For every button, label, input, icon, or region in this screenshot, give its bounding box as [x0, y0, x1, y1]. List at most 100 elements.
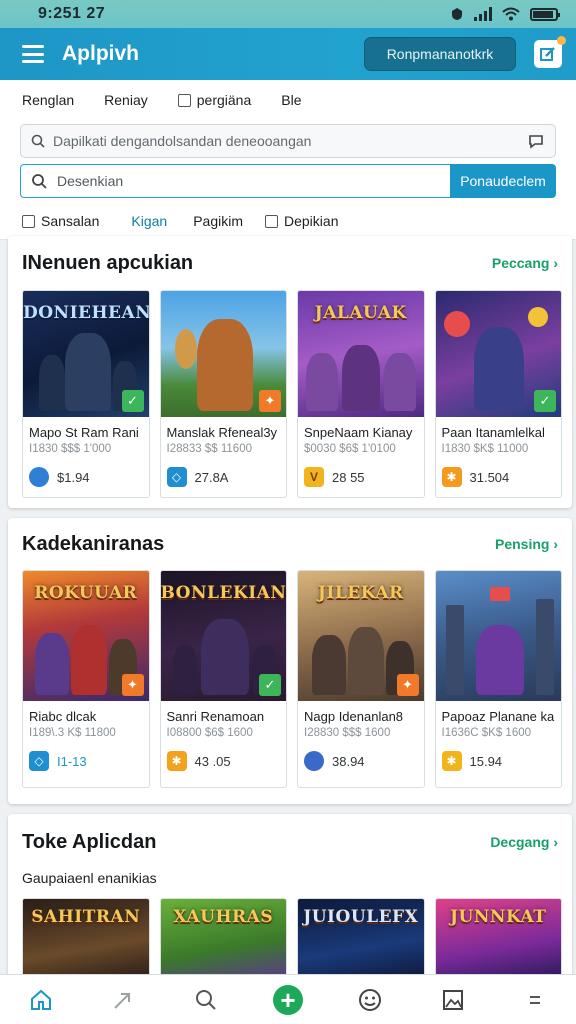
- app-card[interactable]: JALAUAK SnpeNaam Kianay $0030 $6$ 1'0100…: [297, 290, 425, 498]
- app-card[interactable]: ROKUUAR ✦ Riabc dlcak I189\.3 K$ 11800 ◇…: [22, 570, 150, 788]
- search-icon: [31, 134, 45, 148]
- chat-icon[interactable]: [527, 133, 545, 149]
- app-card[interactable]: JUIOULEFX: [297, 898, 425, 978]
- app-card[interactable]: BONLEKIAN ✓ Sanri Renamoan I08800 $6$ 16…: [159, 570, 287, 788]
- app-price: 43 .05: [194, 753, 231, 769]
- filter-item[interactable]: Renglan: [22, 92, 74, 108]
- app-thumbnail: SAHITRAN: [23, 899, 149, 977]
- thumbnail-art-text: JILEKAR: [317, 583, 404, 603]
- status-bar: 9:251 27: [0, 0, 576, 28]
- app-thumbnail: ROKUUAR ✦: [23, 571, 149, 701]
- menu-icon[interactable]: [22, 45, 44, 63]
- thumbnail-art-text: JALAUAK: [314, 303, 407, 323]
- nav-gallery[interactable]: [433, 980, 473, 1020]
- main-search-input[interactable]: Desenkian: [20, 164, 450, 198]
- filter-row: Renglan Reniay pergiäna Ble: [0, 80, 576, 120]
- app-price: 15.94: [469, 753, 503, 769]
- status-time: 9:251 27: [38, 5, 106, 22]
- top-search-placeholder: Dapilkati dengandolsandan deneooangan: [53, 133, 312, 149]
- nav-more[interactable]: [515, 980, 555, 1020]
- app-thumbnail: ✓: [435, 291, 561, 417]
- thumbnail-art-text: JUNNKAT: [450, 907, 547, 927]
- checkbox[interactable]: [265, 215, 278, 228]
- app-meta: I189\.3 K$ 11800: [29, 727, 116, 739]
- app-thumbnail: DONIEHEAN ✓: [23, 291, 149, 417]
- app-thumbnail: JUNNKAT: [435, 899, 561, 977]
- app-thumbnail: XAUHRAS: [160, 899, 286, 977]
- signal-icon: [474, 7, 492, 21]
- tab-label: Sansalan: [41, 213, 100, 229]
- app-card[interactable]: XAUHRAS: [159, 898, 287, 978]
- app-name: Nagp Idenanlan8: [304, 709, 404, 724]
- app-name: Riabc dlcak: [29, 709, 97, 724]
- image-icon: [442, 989, 463, 1010]
- header-action-button[interactable]: Ronpmananotkrk: [364, 37, 516, 71]
- app-card[interactable]: ✦ Manslak Rfeneal3y I28833 $$ 11600 ◇ 27…: [159, 290, 287, 498]
- app-card[interactable]: JILEKAR ✦ Nagp Idenanlan8 I28830 $$$ 160…: [297, 570, 425, 788]
- see-all-link[interactable]: Peccang ›: [492, 255, 558, 271]
- app-card[interactable]: DONIEHEAN ✓ Mapo St Ram Rani I1830 $$$ 1…: [22, 290, 150, 498]
- share-arrow-icon: [114, 992, 131, 1009]
- app-header: Aplpivh Ronpmananotkrk: [0, 28, 576, 80]
- nav-search[interactable]: [186, 980, 226, 1020]
- search-area: Dapilkati dengandolsandan deneooangan De…: [0, 120, 576, 198]
- add-icon: +: [272, 984, 303, 1015]
- nav-share[interactable]: [103, 980, 143, 1020]
- top-search-input[interactable]: Dapilkati dengandolsandan deneooangan: [20, 124, 556, 158]
- app-thumbnail: ✦: [160, 291, 286, 417]
- thumbnail-art-text: SAHITRAN: [31, 907, 141, 927]
- app-price: 27.8A: [194, 469, 229, 485]
- app-price-row: $1.94: [23, 455, 149, 497]
- app-price-row: V 28 55: [298, 455, 424, 497]
- section-subheading: Gaupaiaenl enanikias: [22, 870, 157, 886]
- tabs-row: Sansalan Kigan Pagikim Depikian: [0, 198, 576, 240]
- nav-home[interactable]: [21, 980, 61, 1020]
- card-row: SAHITRAN XAUHRAS JUIOULEFX JUNNKAT: [8, 898, 572, 978]
- crown-icon: V: [304, 467, 324, 487]
- filter-item[interactable]: Ble: [281, 92, 301, 108]
- card-row: DONIEHEAN ✓ Mapo St Ram Rani I1830 $$$ 1…: [8, 290, 572, 498]
- checkbox[interactable]: [22, 215, 35, 228]
- gift-icon: ✱: [166, 751, 187, 771]
- app-name: Manslak Rfeneal3y: [166, 425, 278, 440]
- game-badge-icon: ✦: [121, 674, 144, 696]
- see-all-link[interactable]: Decgang ›: [490, 834, 558, 850]
- app-price: 31.504: [469, 469, 510, 485]
- section-header: Toke Aplicdan Decgang ›: [8, 814, 572, 870]
- wifi-icon: [502, 7, 520, 21]
- app-price-row: ✱ 15.94: [436, 739, 562, 781]
- app-thumbnail: [435, 571, 561, 701]
- app-thumbnail: JALAUAK: [298, 291, 424, 417]
- see-all-link[interactable]: Pensing ›: [495, 536, 558, 552]
- thumbnail-art-text: XAUHRAS: [173, 907, 274, 927]
- gift-icon: ✱: [441, 467, 462, 487]
- thumbnail-art-text: DONIEHEAN: [23, 303, 149, 323]
- app-card[interactable]: JUNNKAT: [434, 898, 562, 978]
- app-card[interactable]: SAHITRAN: [22, 898, 150, 978]
- app-name: Mapo St Ram Rani: [29, 425, 139, 440]
- edit-button[interactable]: [534, 36, 566, 68]
- app-price-row: ◇ 27.8A: [161, 455, 287, 497]
- nav-profile[interactable]: [350, 980, 390, 1020]
- smiley-icon: [359, 988, 382, 1011]
- filter-item[interactable]: Reniay: [104, 92, 148, 108]
- app-name: Papoaz Planane ka: [441, 709, 555, 724]
- search-icon: [195, 989, 216, 1010]
- search-button[interactable]: Ponaudeclem: [450, 164, 556, 198]
- section-title: INenuen apcukian: [22, 251, 194, 274]
- app-card[interactable]: ✓ Paan Itanamlelkal I1830 $K$ 11000 ✱ 31…: [434, 290, 562, 498]
- game-badge-icon: ✦: [396, 674, 419, 696]
- app-card[interactable]: Papoaz Planane ka I1636C $K$ 1600 ✱ 15.9…: [434, 570, 562, 788]
- game-badge-icon: ✓: [259, 674, 281, 696]
- app-name: Paan Itanamlelkal: [441, 425, 545, 440]
- app-price: I1-13: [57, 753, 87, 769]
- filter-checkbox-item[interactable]: pergiäna: [177, 92, 251, 108]
- app-name: SnpeNaam Kianay: [304, 425, 413, 440]
- nav-add[interactable]: +: [268, 980, 308, 1020]
- home-icon: [31, 989, 52, 1010]
- coin-icon: [304, 751, 324, 771]
- thumbnail-art-text: ROKUUAR: [34, 583, 138, 603]
- app-thumbnail: BONLEKIAN ✓: [160, 571, 286, 701]
- section-title: Kadekaniranas: [22, 532, 165, 555]
- checkbox[interactable]: [177, 94, 191, 107]
